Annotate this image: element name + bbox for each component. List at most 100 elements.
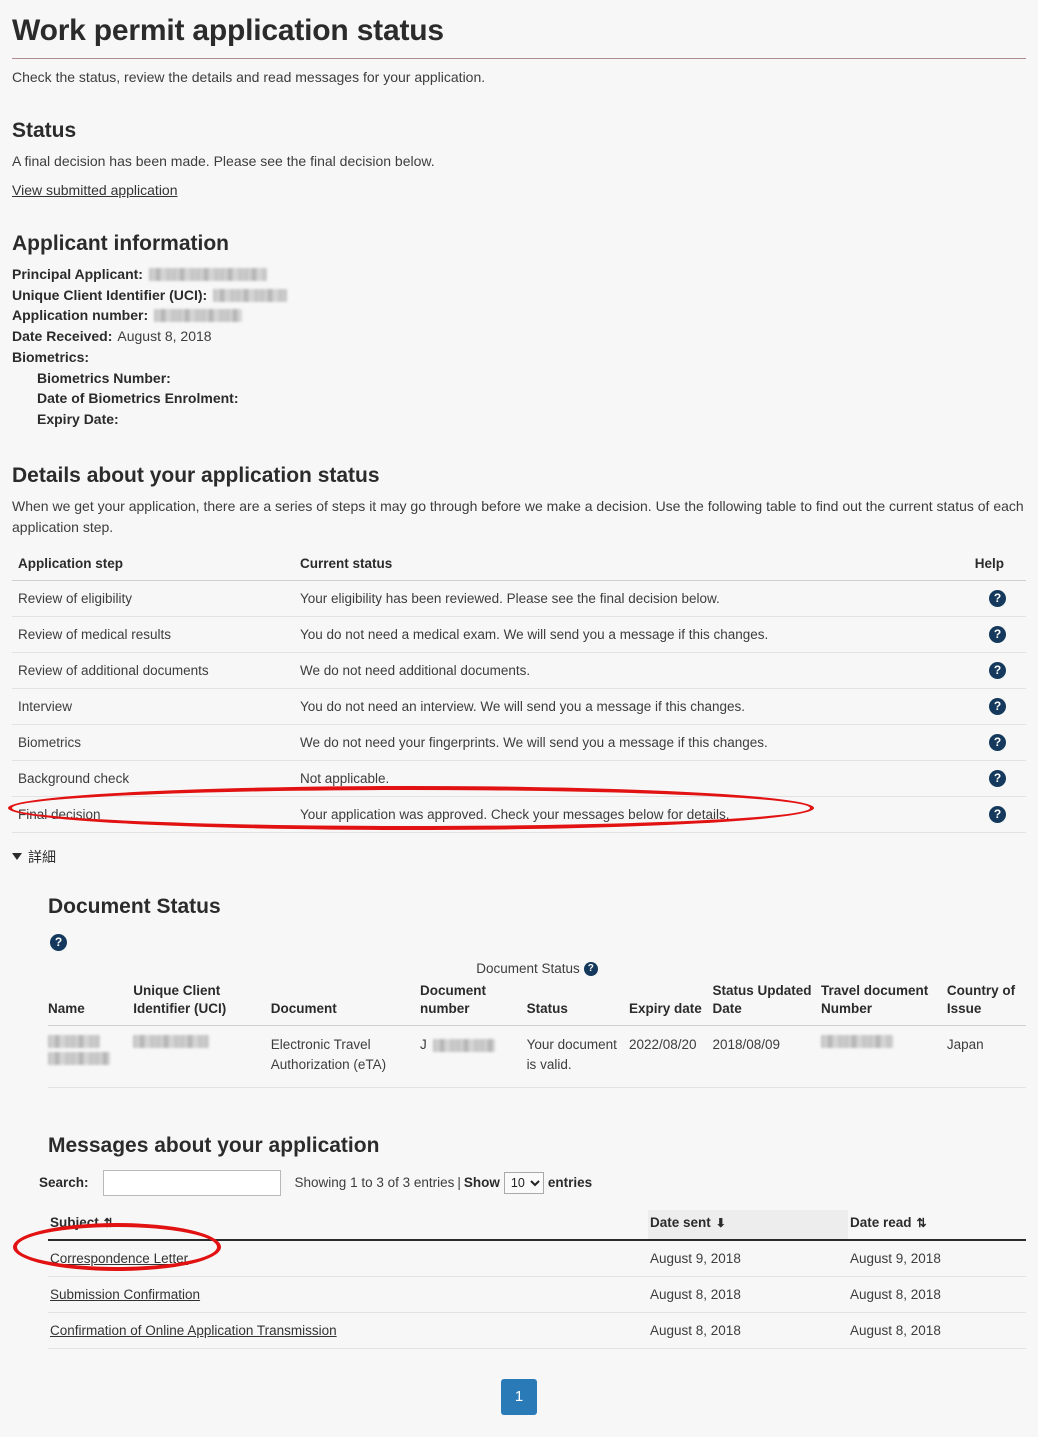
column-header-date-read[interactable]: Date read ⇅ — [848, 1209, 1026, 1241]
table-row: Review of medical results You do not nee… — [12, 616, 1026, 653]
header-label: Subject — [50, 1214, 99, 1230]
pagination-page-1[interactable]: 1 — [501, 1378, 537, 1415]
column-header-help: Help — [946, 551, 1026, 581]
cell-date-sent: August 9, 2018 — [648, 1239, 848, 1277]
page-title: Work permit application status — [12, 14, 1026, 59]
pagination: 1 — [12, 1378, 1026, 1415]
applicant-field-principal-applicant: Principal Applicant: — [12, 264, 1026, 285]
message-subject-link[interactable]: Correspondence Letter — [50, 1251, 188, 1266]
field-label: Expiry Date: — [37, 411, 119, 428]
table-row-final-decision: Final decision Your application was appr… — [12, 796, 1026, 833]
search-input[interactable] — [102, 1169, 281, 1196]
details-heading: Details about your application status — [12, 463, 380, 487]
cell-application-step: Review of additional documents — [12, 652, 294, 689]
cell-expiry-date: 2022/08/20 — [628, 1025, 713, 1088]
document-status-help: ? — [50, 933, 1026, 951]
details-intro: When we get your application, there are … — [12, 497, 1024, 535]
document-status-caption: Document Status? — [48, 961, 1026, 982]
table-row: Background check Not applicable. ? — [12, 760, 1026, 797]
cell-application-step: Final decision — [12, 796, 294, 833]
column-header-current-status: Current status — [294, 551, 946, 581]
redacted-value — [154, 309, 243, 323]
applicant-field-application-number: Application number: — [12, 305, 1026, 326]
column-header-date-sent[interactable]: Date sent ⬇ — [648, 1209, 848, 1241]
sort-both-icon: ⇅ — [916, 1215, 927, 1230]
column-header-uci: Unique Client Identifier (UCI) — [133, 981, 271, 1027]
table-row: Review of additional documents We do not… — [12, 652, 1026, 689]
caption-label: Document Status — [476, 960, 580, 976]
cell-date-sent: August 8, 2018 — [648, 1276, 848, 1313]
column-header-subject[interactable]: Subject ⇅ — [48, 1209, 648, 1241]
column-header-status: Status — [526, 981, 629, 1027]
column-header-document: Document — [270, 981, 420, 1027]
cell-help: ? — [946, 616, 1026, 653]
applicant-field-biometrics: Biometrics: — [12, 347, 1026, 368]
cell-name — [48, 1025, 134, 1088]
cell-current-status: Your eligibility has been reviewed. Plea… — [294, 580, 946, 617]
view-submitted-application-link[interactable]: View submitted application — [12, 182, 178, 198]
cell-document: Electronic Travel Authorization (eTA) — [270, 1025, 420, 1088]
application-status-page: Work permit application status Check the… — [0, 14, 1038, 1415]
cell-date-read: August 8, 2018 — [848, 1276, 1026, 1313]
cell-application-step: Review of medical results — [12, 616, 294, 653]
showing-count: Showing 1 to 3 of 3 entries — [294, 1174, 455, 1190]
question-mark-icon[interactable]: ? — [50, 933, 67, 951]
cell-current-status: Not applicable. — [294, 760, 946, 797]
question-mark-icon[interactable]: ? — [989, 661, 1006, 679]
cell-application-step: Review of eligibility — [12, 580, 294, 617]
cell-application-step: Interview — [12, 688, 294, 725]
question-mark-icon[interactable]: ? — [989, 589, 1006, 607]
field-label: Date Received: — [12, 328, 113, 345]
cell-travel-document-number — [820, 1025, 947, 1088]
application-steps-table: Application step Current status Help Rev… — [12, 551, 1026, 833]
table-row: Interview You do not need an interview. … — [12, 688, 1026, 725]
messages-heading: Messages about your application — [48, 1133, 380, 1157]
cell-current-status: You do not need a medical exam. We will … — [294, 616, 946, 653]
cell-help: ? — [946, 580, 1026, 617]
question-mark-icon[interactable]: ? — [989, 697, 1006, 715]
table-header-row: Application step Current status Help — [12, 551, 1026, 581]
cell-status: Your document is valid. — [526, 1025, 629, 1088]
column-header-name: Name — [48, 981, 134, 1027]
applicant-information-list: Principal Applicant: Unique Client Ident… — [12, 264, 1026, 430]
header-label: Date sent — [650, 1214, 711, 1230]
sort-both-icon: ⇅ — [103, 1215, 114, 1230]
field-label: Biometrics: — [12, 348, 90, 365]
cell-current-status: We do not need additional documents. — [294, 652, 946, 689]
table-row: Correspondence Letter August 9, 2018 Aug… — [48, 1239, 1026, 1277]
question-mark-icon[interactable]: ? — [583, 961, 598, 976]
status-text: A final decision has been made. Please s… — [12, 153, 435, 169]
entries-label: entries — [547, 1174, 593, 1190]
question-mark-icon[interactable]: ? — [989, 625, 1006, 643]
field-label: Unique Client Identifier (UCI): — [12, 286, 208, 303]
cell-application-step: Background check — [12, 760, 294, 797]
field-label: Principal Applicant: — [12, 266, 143, 282]
header-label: Date read — [850, 1214, 912, 1230]
column-header-document-number: Document number — [419, 981, 527, 1027]
cell-status-updated-date: 2018/08/09 — [712, 1025, 821, 1088]
entries-per-page-select[interactable]: 10 — [503, 1171, 544, 1194]
message-subject-link[interactable]: Confirmation of Online Application Trans… — [50, 1323, 337, 1338]
question-mark-icon[interactable]: ? — [989, 733, 1006, 751]
message-subject-link[interactable]: Submission Confirmation — [50, 1287, 200, 1302]
status-heading: Status — [12, 119, 77, 142]
applicant-field-date-received: Date Received: August 8, 2018 — [12, 326, 1026, 347]
table-header-row: Name Unique Client Identifier (UCI) Docu… — [48, 981, 1026, 1027]
applicant-field-biometrics-enrolment-date: Date of Biometrics Enrolment: — [12, 388, 1026, 409]
cell-current-status: You do not need an interview. We will se… — [294, 688, 946, 725]
field-label: Biometrics Number: — [37, 369, 171, 386]
question-mark-icon[interactable]: ? — [989, 769, 1006, 787]
question-mark-icon[interactable]: ? — [989, 805, 1006, 823]
cell-application-step: Biometrics — [12, 724, 294, 761]
cell-current-status: Your application was approved. Check you… — [294, 796, 946, 833]
sort-descending-icon: ⬇ — [715, 1215, 726, 1230]
redacted-value — [48, 1035, 100, 1049]
cell-subject: Submission Confirmation — [48, 1276, 648, 1313]
applicant-field-uci: Unique Client Identifier (UCI): — [12, 285, 1026, 306]
cell-help: ? — [946, 796, 1026, 833]
details-toggle[interactable]: 詳細 — [12, 847, 56, 867]
cell-help: ? — [946, 652, 1026, 689]
cell-date-read: August 9, 2018 — [848, 1239, 1026, 1277]
cell-country-of-issue: Japan — [946, 1025, 1026, 1088]
cell-date-read: August 8, 2018 — [848, 1312, 1026, 1349]
